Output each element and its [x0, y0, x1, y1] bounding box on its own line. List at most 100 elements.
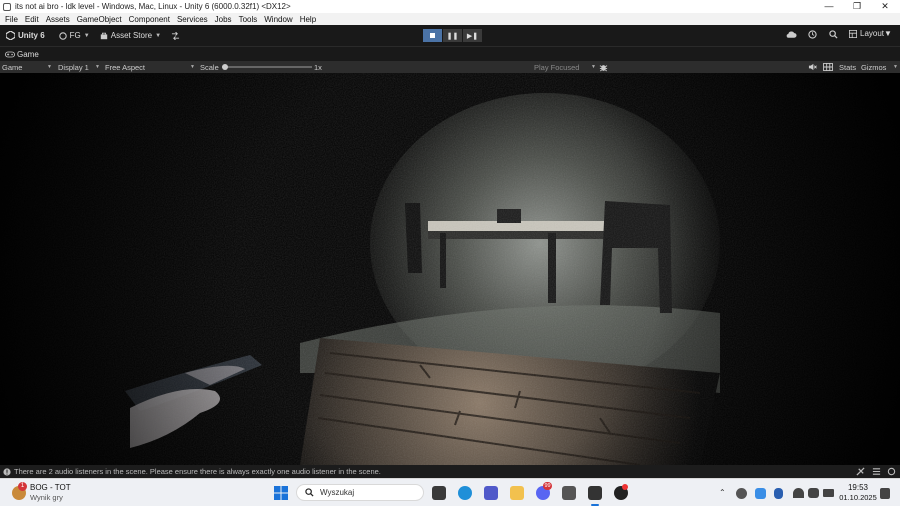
main-toolbar: Unity 6 FG ▼ Asset Store ▼ ❚❚ ▶❚ Layout …: [0, 25, 900, 46]
unity-app-icon: [3, 2, 11, 11]
chevron-down-icon: ▼: [83, 32, 90, 39]
stop-button[interactable]: [423, 29, 442, 42]
notification-dot: [622, 484, 628, 490]
taskbar-search[interactable]: Wyszukaj: [296, 484, 424, 501]
restore-icon[interactable]: ❐: [843, 0, 871, 13]
grid-icon: [823, 63, 833, 71]
game-view-toolbar: Game ▼ Display 1 ▼ Free Aspect ▼ Scale 1x P…: [0, 61, 900, 73]
asset-store-button[interactable]: Asset Store ▼: [100, 31, 161, 40]
bug-icon: [599, 64, 608, 71]
menu-file[interactable]: File: [5, 15, 18, 24]
file-explorer-icon[interactable]: [510, 486, 524, 500]
search-icon: [305, 488, 314, 497]
menu-gameobject[interactable]: GameObject: [77, 15, 122, 24]
view-mode-dropdown[interactable]: Game ▼: [2, 61, 52, 73]
history-button[interactable]: [808, 30, 817, 41]
debug-icon[interactable]: [856, 467, 865, 478]
menu-help[interactable]: Help: [300, 15, 316, 24]
menu-jobs[interactable]: Jobs: [215, 15, 232, 24]
play-controls: ❚❚ ▶❚: [423, 29, 483, 42]
menu-services[interactable]: Services: [177, 15, 208, 24]
close-icon[interactable]: ✕: [871, 0, 899, 13]
pause-icon: ❚❚: [446, 32, 459, 40]
speaker-mute-icon: [808, 63, 817, 71]
stats-toggle-icon-button[interactable]: [823, 61, 833, 73]
menu-component[interactable]: Component: [129, 15, 170, 24]
microphone-icon[interactable]: [774, 488, 783, 499]
media-title[interactable]: BOG - TOT: [30, 483, 71, 492]
account-icon: [58, 31, 67, 40]
menu-window[interactable]: Window: [264, 15, 292, 24]
menu-tools[interactable]: Tools: [239, 15, 258, 24]
clock-time[interactable]: 19:53: [840, 483, 876, 492]
aspect-dropdown[interactable]: Free Aspect ▼: [105, 61, 195, 73]
teams-icon[interactable]: [484, 486, 498, 500]
game-scene-render: [0, 73, 900, 465]
layout-dropdown[interactable]: Layout ▼: [849, 29, 892, 38]
chevron-down-icon: ▼: [47, 64, 52, 70]
minimize-icon[interactable]: —: [815, 0, 843, 13]
history-icon: [808, 30, 817, 39]
account-button[interactable]: FG ▼: [58, 31, 90, 40]
menu-edit[interactable]: Edit: [25, 15, 39, 24]
media-subtitle: Wynik gry: [30, 493, 63, 502]
unity-editor-icon[interactable]: [588, 486, 602, 500]
chevron-down-icon: ▼: [95, 64, 100, 70]
aspect-label: Free Aspect: [105, 62, 146, 72]
volume-icon[interactable]: [808, 488, 819, 498]
chevron-down-icon: ▼: [155, 32, 162, 39]
step-button[interactable]: ▶❚: [463, 29, 482, 42]
bug-button[interactable]: [599, 61, 608, 73]
display-dropdown[interactable]: Display 1 ▼: [58, 61, 100, 73]
menu-bar: File Edit Assets GameObject Component Se…: [0, 13, 900, 25]
cloud-button[interactable]: [786, 30, 797, 41]
asset-store-label: Asset Store: [110, 31, 153, 40]
game-viewport[interactable]: [0, 73, 900, 465]
chevron-down-icon: ▼: [884, 29, 892, 38]
start-button[interactable]: [274, 486, 288, 500]
pause-button[interactable]: ❚❚: [443, 29, 462, 42]
progress-icon[interactable]: [872, 467, 881, 478]
tray-app-icon[interactable]: [736, 488, 747, 499]
status-message: There are 2 audio listeners in the scene…: [14, 467, 381, 476]
refresh-icon[interactable]: [887, 467, 896, 478]
chevron-down-icon: ▼: [591, 64, 596, 70]
search-icon: [829, 30, 838, 39]
account-label: FG: [69, 31, 81, 40]
stats-button[interactable]: Stats: [839, 61, 856, 73]
play-focused-label: Play Focused: [534, 62, 580, 72]
tray-sync-icon[interactable]: [755, 488, 766, 499]
tray-overflow-icon[interactable]: ⌃: [719, 488, 726, 497]
step-icon: ▶❚: [466, 32, 479, 40]
unity-version-button[interactable]: Unity 6: [6, 31, 45, 40]
play-focused-dropdown[interactable]: Play Focused ▼: [534, 61, 596, 73]
console-status-bar[interactable]: There are 2 audio listeners in the scene…: [0, 465, 900, 478]
scale-label: Scale: [200, 62, 219, 72]
shopping-bag-icon: [100, 32, 107, 39]
battery-icon[interactable]: [823, 489, 834, 497]
display-label: Display 1: [58, 62, 89, 72]
wifi-icon[interactable]: [793, 488, 804, 498]
notifications-icon[interactable]: [880, 488, 890, 499]
clock-date[interactable]: 01.10.2025: [838, 493, 878, 502]
version-control-button[interactable]: [171, 31, 180, 40]
task-view-icon[interactable]: [432, 486, 446, 500]
chevron-down-icon: ▼: [893, 64, 898, 70]
version-control-icon: [171, 31, 180, 40]
edge-browser-icon[interactable]: [458, 486, 472, 500]
discord-badge: 99: [543, 482, 552, 490]
scale-slider-thumb[interactable]: [222, 64, 228, 70]
unity-logo-icon: [6, 31, 15, 40]
warning-icon: [3, 467, 11, 476]
search-button[interactable]: [829, 30, 838, 41]
title-bar: its not ai bro - ldk level - Windows, Ma…: [0, 0, 900, 13]
menu-assets[interactable]: Assets: [46, 15, 70, 24]
gizmos-label: Gizmos: [861, 62, 887, 72]
tab-game-label: Game: [17, 49, 39, 59]
scale-slider[interactable]: [222, 61, 312, 73]
editor-tab-bar: Game: [0, 46, 900, 61]
tab-game[interactable]: Game: [5, 50, 39, 59]
mute-audio-button[interactable]: [808, 61, 817, 73]
gizmos-dropdown[interactable]: Gizmos ▼: [861, 61, 898, 73]
unity-hub-icon[interactable]: [562, 486, 576, 500]
